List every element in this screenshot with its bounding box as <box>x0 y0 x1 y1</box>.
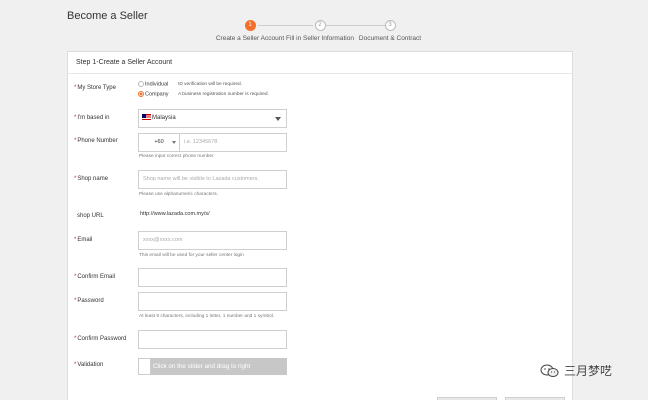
watermark-text: 三月梦呓 <box>564 364 613 378</box>
chevron-down-icon <box>275 117 281 121</box>
step-label: Fill in Seller Information <box>286 35 354 42</box>
validation-label: *Validation <box>74 362 104 368</box>
stepper: 1 Create a Seller Account 2 Fill in Sell… <box>210 20 430 46</box>
validation-slider[interactable]: Click on the slider and drag to right <box>138 358 287 375</box>
phone-code-select[interactable]: +60 <box>138 133 180 152</box>
radio-individual[interactable]: Individual <box>138 81 168 87</box>
watermark: 三月梦呓 <box>540 362 640 380</box>
step-3: 3 Document & Contract <box>350 20 430 42</box>
wechat-icon <box>540 364 559 377</box>
confirm-email-input[interactable] <box>138 268 287 287</box>
chevron-down-icon <box>172 141 176 144</box>
shop-name-label: *Shop name <box>74 176 109 182</box>
step-2: 2 Fill in Seller Information <box>280 20 360 42</box>
radio-circle[interactable] <box>138 91 144 97</box>
slider-handle[interactable] <box>138 358 151 375</box>
email-label: *Email <box>74 237 93 243</box>
phone-code-value: +60 <box>154 139 164 145</box>
seller-form-card: Step 1-Create a Seller Account *My Store… <box>67 51 573 400</box>
password-input[interactable] <box>138 292 287 311</box>
phone-label: *Phone Number <box>74 138 118 144</box>
radio-label: Company <box>145 91 169 98</box>
step-number: 2 <box>314 20 326 31</box>
radio-hint: A business registration number is requir… <box>178 92 269 97</box>
shop-name-hint: Please use alphanumeric characters. <box>139 192 218 197</box>
store-type-label: *My Store Type <box>74 85 116 91</box>
radio-hint: ID verification will be required. <box>178 82 242 87</box>
step-1: 1 Create a Seller Account <box>210 20 290 42</box>
country-select[interactable]: Malaysia <box>138 109 287 128</box>
shop-url-value: http://www.lazada.com.my/s/ <box>140 211 210 217</box>
radio-label: Individual <box>145 81 169 88</box>
confirm-password-input[interactable] <box>138 330 287 349</box>
country-value: Malaysia <box>152 115 176 121</box>
form-title: Step 1-Create a Seller Account <box>76 59 173 66</box>
shop-url-label: shop URL <box>77 213 104 219</box>
phone-input[interactable]: i.e. 12345678 <box>179 133 287 152</box>
based-in-label: *I'm based in <box>74 115 110 121</box>
radio-circle[interactable] <box>138 81 144 87</box>
password-hint: At least 8 characters, including 1 lette… <box>139 314 275 319</box>
step-label: Create a Seller Account <box>215 35 285 42</box>
confirm-email-label: *Confirm Email <box>74 274 116 280</box>
shop-name-input[interactable]: Shop name will be visible to Lazada cust… <box>138 170 287 189</box>
malaysia-flag-icon <box>142 114 151 121</box>
email-input[interactable]: xxxx@xxxx.com <box>138 231 287 250</box>
email-hint: This email will be used for your seller … <box>139 253 244 258</box>
step-label: Document & Contract <box>358 35 422 42</box>
password-label: *Password <box>74 298 104 304</box>
step-number: 3 <box>384 20 396 31</box>
slider-text: Click on the slider and drag to right <box>153 363 251 370</box>
page-title: Become a Seller <box>67 10 148 22</box>
divider <box>68 73 572 74</box>
step-number: 1 <box>244 20 256 31</box>
phone-hint: Please input correct phone number <box>139 154 214 159</box>
radio-company[interactable]: Company <box>138 91 169 97</box>
confirm-password-label: *Confirm Password <box>74 336 127 342</box>
